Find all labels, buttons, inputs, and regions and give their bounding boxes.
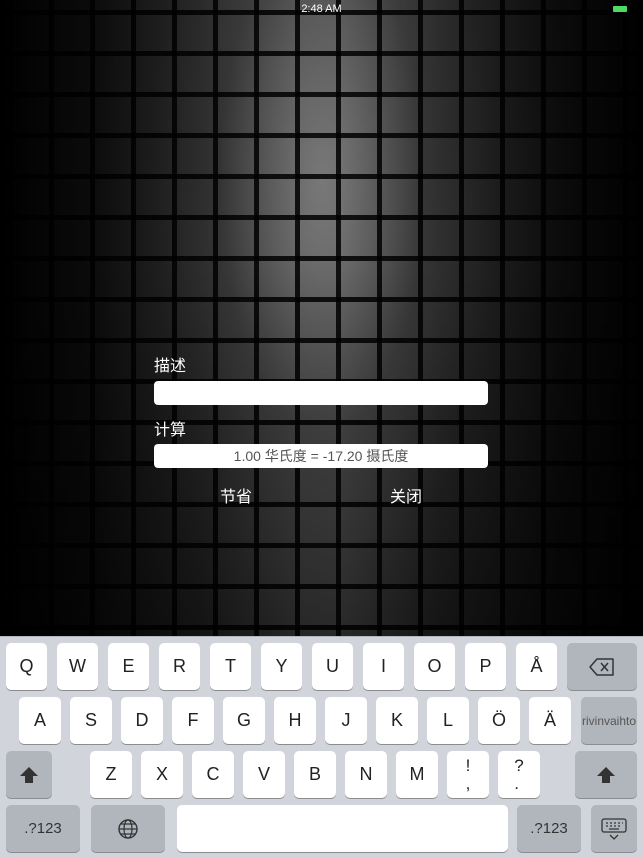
- keyboard-dismiss-icon: [601, 817, 627, 840]
- key-p[interactable]: P: [465, 643, 506, 690]
- shift-key-right[interactable]: [575, 751, 637, 798]
- keyboard: Q W E R T Y U I O P Å A S D F G H J K L …: [0, 636, 643, 858]
- key-l[interactable]: L: [427, 697, 469, 744]
- status-bar: 2:48 AM: [0, 0, 643, 18]
- shift-icon: [597, 766, 615, 783]
- key-o[interactable]: O: [414, 643, 455, 690]
- return-key[interactable]: rivinvaihto: [581, 697, 637, 744]
- key-h[interactable]: H: [274, 697, 316, 744]
- key-w[interactable]: W: [57, 643, 98, 690]
- numbers-key-left[interactable]: .?123: [6, 805, 80, 852]
- key-u[interactable]: U: [312, 643, 353, 690]
- key-t[interactable]: T: [210, 643, 251, 690]
- key-e[interactable]: E: [108, 643, 149, 690]
- key-question-period[interactable]: ?.: [498, 751, 540, 798]
- key-a-ring[interactable]: Å: [516, 643, 557, 690]
- numbers-key-right[interactable]: .?123: [517, 805, 581, 852]
- space-bar[interactable]: [177, 805, 508, 852]
- key-d[interactable]: D: [121, 697, 163, 744]
- close-button[interactable]: 关闭: [390, 483, 422, 507]
- globe-key[interactable]: [91, 805, 165, 852]
- key-k[interactable]: K: [376, 697, 418, 744]
- backspace-icon: [589, 657, 614, 676]
- key-i[interactable]: I: [363, 643, 404, 690]
- key-b[interactable]: B: [294, 751, 336, 798]
- key-c[interactable]: C: [192, 751, 234, 798]
- key-a[interactable]: A: [19, 697, 61, 744]
- shift-key-left[interactable]: [6, 751, 52, 798]
- key-s[interactable]: S: [70, 697, 112, 744]
- shift-icon: [20, 766, 38, 783]
- calc-label: 计算: [154, 422, 187, 439]
- status-time: 2:48 AM: [301, 3, 342, 15]
- keyboard-dismiss-key[interactable]: [591, 805, 637, 852]
- key-o-umlaut[interactable]: Ö: [478, 697, 520, 744]
- key-y[interactable]: Y: [261, 643, 302, 690]
- save-button[interactable]: 节省: [220, 483, 252, 507]
- key-v[interactable]: V: [243, 751, 285, 798]
- key-exclaim-comma-label: !,: [465, 755, 471, 793]
- backspace-key[interactable]: [567, 643, 637, 690]
- key-r[interactable]: R: [159, 643, 200, 690]
- key-g[interactable]: G: [223, 697, 265, 744]
- calc-result-field[interactable]: 1.00 华氏度 = -17.20 摄氏度: [154, 444, 488, 468]
- key-x[interactable]: X: [141, 751, 183, 798]
- key-exclaim-comma[interactable]: !,: [447, 751, 489, 798]
- background-vignette: [0, 0, 643, 636]
- description-input[interactable]: [154, 381, 488, 405]
- key-m[interactable]: M: [396, 751, 438, 798]
- key-question-period-label: ?.: [514, 755, 524, 793]
- key-q[interactable]: Q: [6, 643, 47, 690]
- description-label: 描述: [154, 358, 187, 375]
- background-image: [0, 0, 643, 636]
- key-n[interactable]: N: [345, 751, 387, 798]
- key-a-umlaut[interactable]: Ä: [529, 697, 571, 744]
- key-j[interactable]: J: [325, 697, 367, 744]
- globe-icon: [118, 818, 138, 839]
- key-z[interactable]: Z: [90, 751, 132, 798]
- key-f[interactable]: F: [172, 697, 214, 744]
- battery-icon: [613, 6, 627, 12]
